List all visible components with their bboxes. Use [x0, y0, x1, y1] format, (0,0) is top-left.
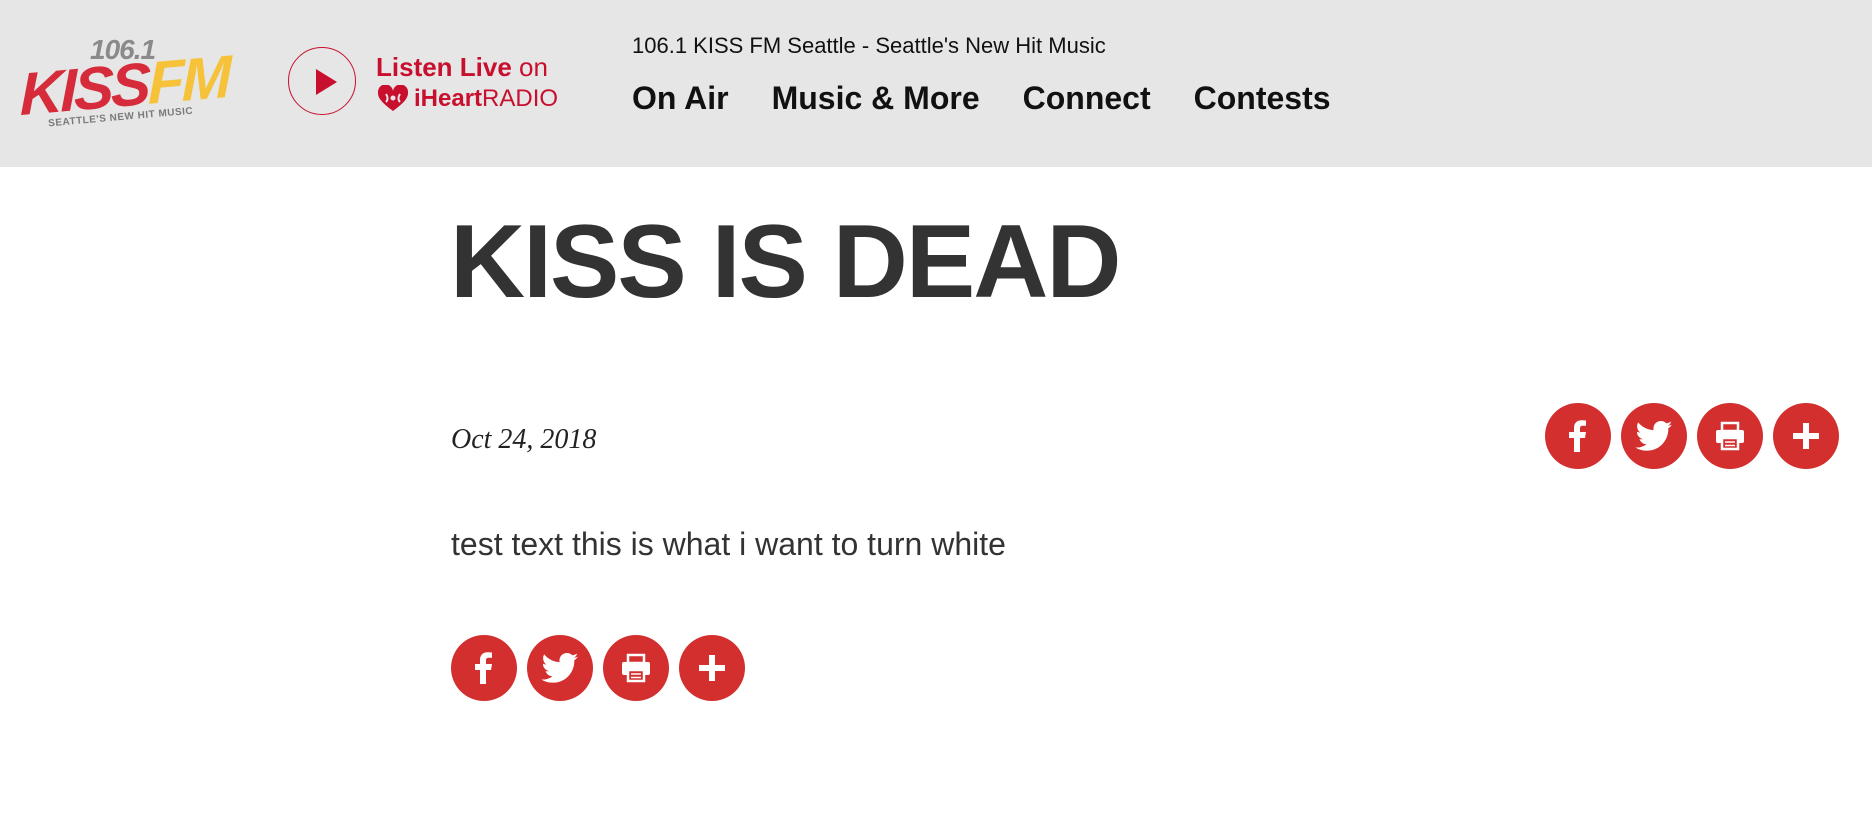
nav-item-music-more[interactable]: Music & More [772, 80, 980, 117]
share-bar-top [1545, 403, 1849, 469]
article-title: KISS IS DEAD [450, 204, 1121, 320]
play-live-button[interactable] [288, 47, 356, 115]
twitter-icon [1635, 420, 1673, 451]
share-bar-bottom [451, 635, 755, 701]
facebook-share-button[interactable] [451, 635, 517, 701]
twitter-icon [541, 652, 579, 683]
facebook-icon [1569, 420, 1586, 452]
more-share-button[interactable] [679, 635, 745, 701]
facebook-icon [475, 652, 492, 684]
play-icon [316, 69, 337, 95]
print-button[interactable] [1697, 403, 1763, 469]
nav-item-on-air[interactable]: On Air [632, 80, 729, 117]
station-logo[interactable]: 106.1 KISSFM SEATTLE'S NEW HIT MUSIC [20, 34, 229, 134]
station-tagline: 106.1 KISS FM Seattle - Seattle's New Hi… [632, 33, 1106, 58]
plus-icon [699, 655, 725, 681]
nav-item-connect[interactable]: Connect [1023, 80, 1151, 117]
iheart-icon [377, 85, 409, 111]
nav-item-contests[interactable]: Contests [1194, 80, 1331, 117]
radio-label: RADIO [482, 85, 559, 112]
twitter-share-button[interactable] [527, 635, 593, 701]
print-icon [622, 653, 650, 683]
twitter-share-button[interactable] [1621, 403, 1687, 469]
print-button[interactable] [603, 635, 669, 701]
iheartradio-logo: iHeart RADIO [376, 84, 558, 114]
main-nav: On Air Music & More Connect Contests [632, 80, 1374, 117]
site-header: 106.1 KISSFM SEATTLE'S NEW HIT MUSIC Lis… [0, 0, 1872, 167]
article-date: Oct 24, 2018 [451, 424, 597, 455]
article-body: test text this is what i want to turn wh… [451, 526, 1006, 562]
plus-icon [1793, 423, 1819, 449]
facebook-share-button[interactable] [1545, 403, 1611, 469]
listen-live-link[interactable]: Listen Live on iHeart RADIO [376, 50, 558, 114]
more-share-button[interactable] [1773, 403, 1839, 469]
print-icon [1716, 421, 1744, 451]
listen-live-label: Listen Live [376, 52, 512, 82]
iheart-label: iHeart [414, 85, 483, 112]
listen-on-label: on [511, 52, 548, 82]
